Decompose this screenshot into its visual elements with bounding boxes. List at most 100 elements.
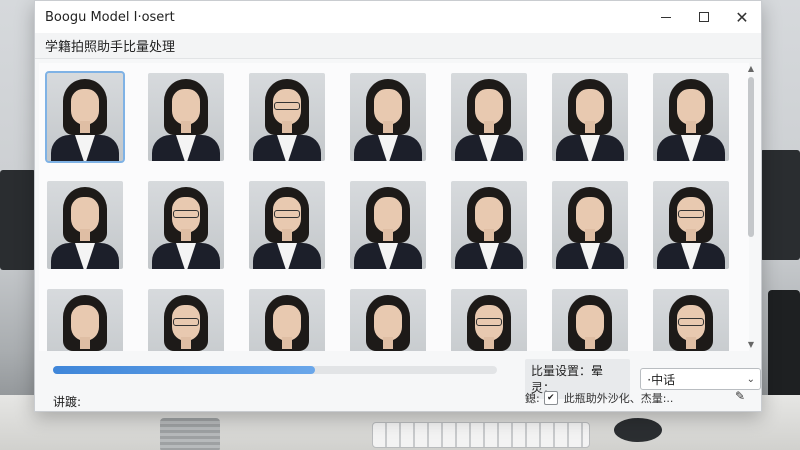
pencil-icon[interactable]: ✎ xyxy=(735,389,745,403)
portrait-jacket xyxy=(152,243,220,269)
student-photo-thumbnail[interactable] xyxy=(249,289,325,351)
portrait-jacket xyxy=(455,135,523,161)
student-photo-thumbnail[interactable] xyxy=(45,71,125,163)
student-photo-thumbnail[interactable] xyxy=(451,181,527,269)
student-photo-thumbnail[interactable] xyxy=(249,73,325,161)
portrait-neck xyxy=(181,121,191,133)
close-icon: ✕ xyxy=(735,7,749,27)
student-photo-thumbnail[interactable] xyxy=(653,73,729,161)
minimize-icon xyxy=(661,16,671,18)
portrait-neck xyxy=(686,337,696,349)
portrait-neck xyxy=(282,337,292,349)
background-mouse xyxy=(614,418,662,442)
background-cup xyxy=(160,418,220,450)
student-photo-thumbnail[interactable] xyxy=(47,289,123,351)
portrait-face xyxy=(475,89,503,125)
portrait-neck xyxy=(80,229,90,241)
portrait-jacket xyxy=(354,135,422,161)
window-title: Boogu Model I·osert xyxy=(45,9,175,25)
portrait-face xyxy=(374,305,402,341)
photo-grid xyxy=(45,71,729,351)
student-photo-thumbnail[interactable] xyxy=(552,73,628,161)
portrait-neck xyxy=(383,121,393,133)
portrait-neck xyxy=(383,337,393,349)
portrait-glasses xyxy=(173,318,199,326)
portrait-jacket xyxy=(253,135,321,161)
portrait-jacket xyxy=(51,243,119,269)
page-title: 学籍拍照助手比量处理 xyxy=(45,40,176,55)
portrait-neck xyxy=(80,337,90,349)
student-photo-thumbnail[interactable] xyxy=(148,181,224,269)
portrait-neck xyxy=(282,121,292,133)
minimize-button[interactable] xyxy=(647,1,685,33)
portrait-face xyxy=(576,89,604,125)
portrait-jacket xyxy=(455,243,523,269)
close-button[interactable]: ✕ xyxy=(723,1,761,33)
option-checkbox[interactable]: ✔ xyxy=(543,391,558,405)
portrait-jacket xyxy=(51,135,119,161)
chevron-down-icon: ⌄ xyxy=(746,373,755,385)
scroll-up-icon[interactable]: ▲ xyxy=(745,63,757,75)
portrait-jacket xyxy=(253,243,321,269)
portrait-neck xyxy=(484,121,494,133)
student-photo-thumbnail[interactable] xyxy=(148,289,224,351)
photo-gallery[interactable] xyxy=(39,63,749,351)
portrait-neck xyxy=(181,229,191,241)
portrait-face xyxy=(374,89,402,125)
option-prefix: 鎴: xyxy=(525,392,540,405)
portrait-face xyxy=(172,89,200,125)
portrait-face xyxy=(71,197,99,233)
portrait-face xyxy=(576,197,604,233)
portrait-glasses xyxy=(476,318,502,326)
portrait-glasses xyxy=(173,210,199,218)
option-text: 此瓶助外沙化、杰量:.. xyxy=(563,392,674,405)
title-bar[interactable]: Boogu Model I·osert ✕ xyxy=(35,1,761,33)
maximize-button[interactable] xyxy=(685,1,723,33)
app-window: Boogu Model I·osert ✕ 学籍拍照助手比量处理 ▲ ▼ 比量设… xyxy=(34,0,762,412)
portrait-neck xyxy=(282,229,292,241)
settings-dropdown[interactable]: ·中话 ⌄ xyxy=(640,368,761,390)
portrait-face xyxy=(71,89,99,125)
student-photo-thumbnail[interactable] xyxy=(552,289,628,351)
portrait-neck xyxy=(585,229,595,241)
student-photo-thumbnail[interactable] xyxy=(249,181,325,269)
portrait-jacket xyxy=(354,243,422,269)
portrait-face xyxy=(71,305,99,341)
gallery-scrollbar[interactable]: ▲ ▼ xyxy=(745,63,757,351)
portrait-glasses xyxy=(274,102,300,110)
student-photo-thumbnail[interactable] xyxy=(350,181,426,269)
scrollbar-track[interactable] xyxy=(748,75,754,339)
portrait-glasses xyxy=(678,210,704,218)
scroll-down-icon[interactable]: ▼ xyxy=(745,339,757,351)
progress-fill xyxy=(53,366,315,374)
portrait-face xyxy=(374,197,402,233)
background-monitor-right xyxy=(760,150,800,260)
student-photo-thumbnail[interactable] xyxy=(451,73,527,161)
portrait-jacket xyxy=(556,135,624,161)
portrait-face xyxy=(576,305,604,341)
portrait-neck xyxy=(484,337,494,349)
background-chair xyxy=(768,290,800,400)
portrait-jacket xyxy=(657,135,725,161)
student-photo-thumbnail[interactable] xyxy=(653,181,729,269)
portrait-neck xyxy=(181,337,191,349)
status-label: 讲踱: xyxy=(53,395,82,409)
portrait-neck xyxy=(80,121,90,133)
dropdown-value: ·中话 xyxy=(647,372,676,387)
student-photo-thumbnail[interactable] xyxy=(653,289,729,351)
student-photo-thumbnail[interactable] xyxy=(552,181,628,269)
student-photo-thumbnail[interactable] xyxy=(350,73,426,161)
student-photo-thumbnail[interactable] xyxy=(350,289,426,351)
options-row: 鎴: ✔ 此瓶助外沙化、杰量:.. xyxy=(525,390,673,406)
portrait-neck xyxy=(585,121,595,133)
student-photo-thumbnail[interactable] xyxy=(148,73,224,161)
portrait-neck xyxy=(585,337,595,349)
background-monitor-left xyxy=(0,170,36,270)
progress-bar xyxy=(53,366,497,374)
portrait-jacket xyxy=(152,135,220,161)
header-bar: 学籍拍照助手比量处理 xyxy=(35,33,761,59)
background-keyboard xyxy=(372,422,590,448)
student-photo-thumbnail[interactable] xyxy=(47,181,123,269)
student-photo-thumbnail[interactable] xyxy=(451,289,527,351)
scrollbar-thumb[interactable] xyxy=(748,77,754,237)
